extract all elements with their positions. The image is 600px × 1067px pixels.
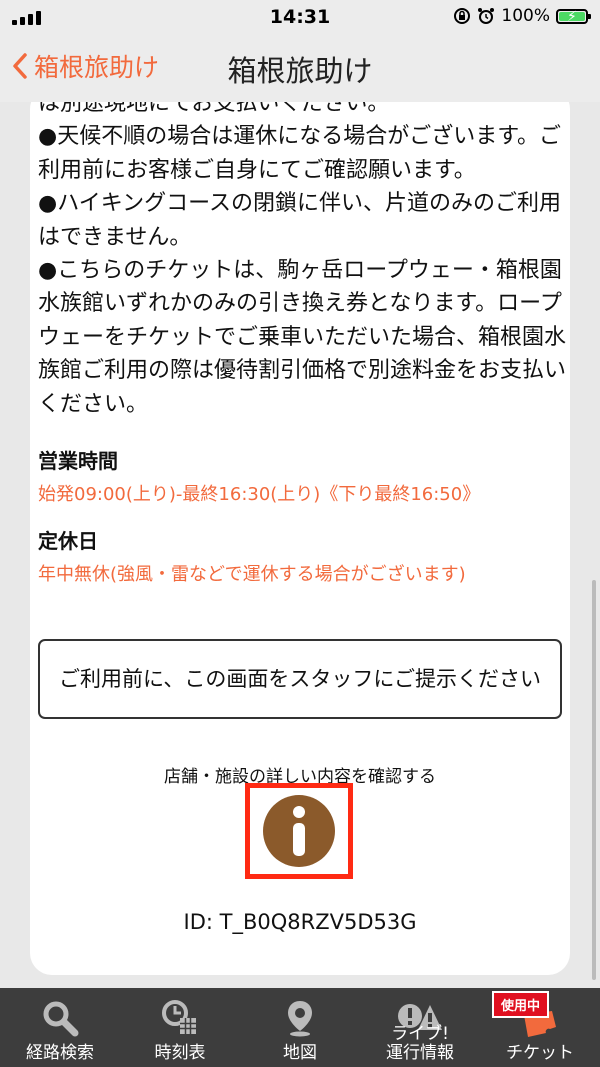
tab-label: 経路検索 [26,1043,94,1063]
notes-list: は別途現地にてお支払いください。 ●天候不順の場合は運休になる場合がございます。… [38,102,568,421]
note-item: ●ハイキングコースの閉鎖に伴い、片道のみのご利用はできません。 [38,191,561,250]
info-icon [263,795,335,867]
battery-icon: ⚡ [556,8,591,25]
note-item: は別途現地にてお支払いください。 [38,102,390,116]
hours-heading: 営業時間 [38,449,118,473]
tab-bar: 経路検索 時刻表 地図 ライブ! 運行情報 使用中 チケット [0,988,600,1067]
ticket-card: は別途現地にてお支払いください。 ●天候不順の場合は運休になる場合がございます。… [30,102,570,975]
nav-bar: 箱根旅助け 箱根旅助け [0,34,600,102]
tab-label: ライブ! 運行情報 [386,1024,454,1063]
map-pin-icon [288,1001,312,1037]
status-right: 100% ⚡ [453,6,591,26]
ticket-detail-scroll[interactable]: は別途現地にてお支払いください。 ●天候不順の場合は運休になる場合がございます。… [0,102,600,988]
tab-ticket[interactable]: 使用中 チケット [480,988,600,1067]
battery-percent: 100% [501,6,550,26]
tab-timetable[interactable]: 時刻表 [120,988,240,1067]
tab-live-info[interactable]: ライブ! 運行情報 [360,988,480,1067]
search-icon [43,1001,79,1037]
page-title: 箱根旅助け [227,54,373,88]
note-item: ●天候不順の場合は運休になる場合がございます。ご利用前にお客様ご自身にてご確認願… [38,124,561,183]
tab-route-search[interactable]: 経路検索 [0,988,120,1067]
in-use-badge: 使用中 [492,991,550,1018]
hours-value: 始発09:00(上り)-最終16:30(上り)《下り最終16:50》 [38,484,481,505]
tab-label: 時刻表 [154,1043,206,1063]
staff-notice-text: ご利用前に、この画面をスタッフにご提示ください [59,667,541,691]
alarm-icon [478,8,495,24]
info-button[interactable] [245,783,353,879]
rotation-lock-icon [454,8,471,24]
status-bar: 14:31 100% ⚡ [0,0,600,34]
scrollbar[interactable] [592,580,596,980]
holidays-heading: 定休日 [38,529,98,553]
note-item: ●こちらのチケットは、駒ヶ岳ロープウェー・箱根園水族館いずれかのみの引き換え券と… [38,258,567,417]
tab-map[interactable]: 地図 [240,988,360,1067]
timetable-icon [162,1000,196,1034]
tab-label: チケット [506,1043,574,1063]
tab-label: 地図 [283,1043,317,1063]
staff-notice-box: ご利用前に、この画面をスタッフにご提示ください [38,639,562,719]
holidays-value: 年中無休(強風・雷などで運休する場合がございます) [38,564,466,585]
ticket-id: ID: T_B0Q8RZV5D53G [183,910,417,934]
